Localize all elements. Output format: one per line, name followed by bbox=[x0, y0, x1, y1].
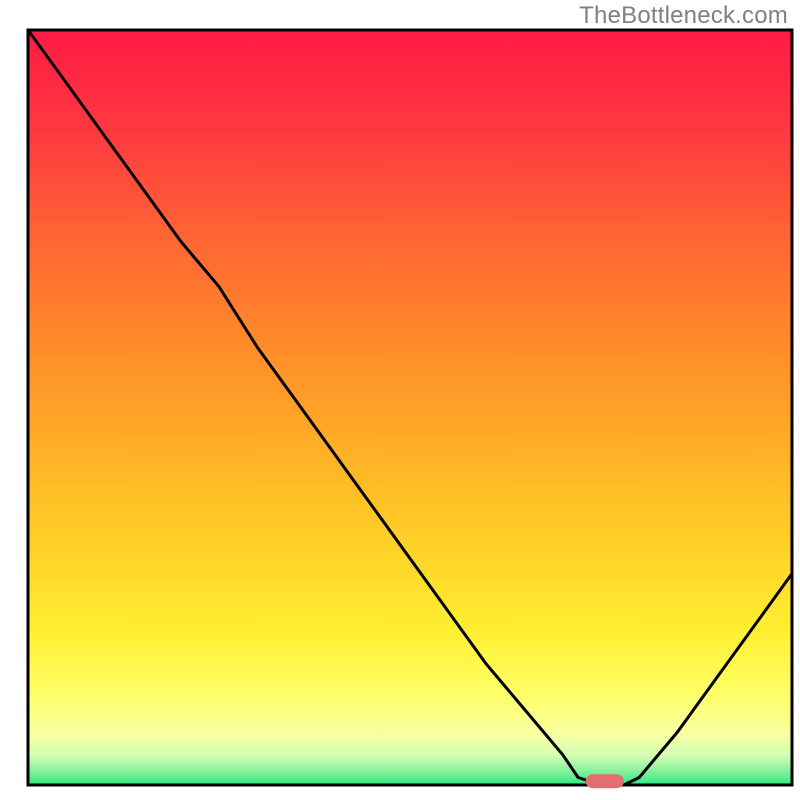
plot-area bbox=[28, 30, 792, 788]
optimal-marker bbox=[586, 774, 624, 788]
chart-container: TheBottleneck.com bbox=[0, 0, 800, 800]
bottleneck-chart bbox=[0, 0, 800, 800]
chart-background bbox=[28, 30, 792, 785]
watermark-text: TheBottleneck.com bbox=[579, 2, 788, 30]
